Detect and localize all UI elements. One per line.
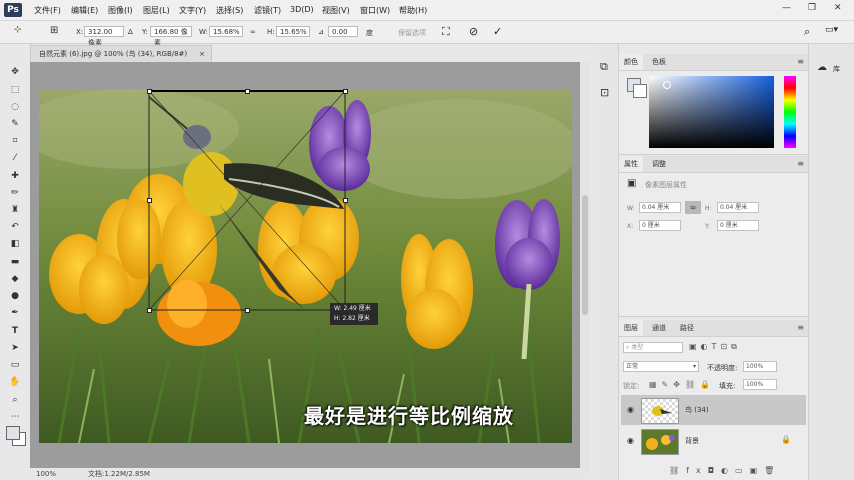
prop-h-label: H: <box>705 205 712 212</box>
layer-thumbnail <box>641 398 679 424</box>
lock-label: 锁定: <box>623 382 640 390</box>
properties-panel-header: 属性 调整 ≡ <box>619 156 808 173</box>
opacity-input[interactable]: 100% <box>743 361 777 372</box>
color-picker-cursor[interactable] <box>663 81 671 89</box>
lock-icons[interactable]: ▦✎✥⛓🔒 <box>649 380 715 389</box>
layers-panel: 图层 通道 路径 ≡ ⌕ 类型 ▣◐T⊡⧉ 正常 ▾ 不透明度: 100% 锁定:… <box>619 320 808 480</box>
prop-x-label: X: <box>627 223 634 230</box>
opacity-label: 不透明度: <box>707 364 738 372</box>
background-thumbnail-icon <box>646 435 675 450</box>
layer-name: 鸟 (34) <box>685 406 709 414</box>
libraries-strip: ☁ 库 <box>808 44 854 480</box>
bg-color-swatch[interactable] <box>633 84 647 98</box>
panel-menu-icon[interactable]: ≡ <box>797 159 804 168</box>
bird-thumbnail-icon <box>652 406 672 416</box>
prop-x-input[interactable]: 0 厘米 <box>639 220 681 231</box>
prop-h-input[interactable]: 0.04 厘米 <box>717 202 759 213</box>
color-panel: 颜色 色板 ≡ <box>619 54 808 155</box>
tab-paths[interactable]: 路径 <box>675 320 699 336</box>
transform-handle-left[interactable] <box>147 198 152 203</box>
tab-adjustments[interactable]: 调整 <box>647 156 671 172</box>
layer-filter-icons[interactable]: ▣◐T⊡⧉ <box>689 342 741 352</box>
transform-handle-top[interactable] <box>245 89 250 94</box>
prop-w-input[interactable]: 0.04 厘米 <box>639 202 681 213</box>
creative-cloud-icon[interactable]: ☁ <box>817 62 827 73</box>
properties-panel-icon[interactable]: ⊡ <box>600 86 609 99</box>
prop-y-label: Y: <box>705 223 710 230</box>
pixel-layer-icon: ▣ <box>627 178 637 189</box>
properties-panel: 属性 调整 ≡ ▣ 像素图层属性 W: 0.04 厘米 ∞ H: 0.04 厘米… <box>619 156 808 317</box>
layer-thumbnail <box>641 429 679 455</box>
chevron-down-icon: ▾ <box>692 363 696 370</box>
transform-handle-top-right[interactable] <box>343 89 348 94</box>
tooltip-height: H: 2.82 厘米 <box>334 315 370 322</box>
fill-label: 填充: <box>719 382 736 390</box>
transform-handle-top-left[interactable] <box>147 89 152 94</box>
layers-panel-header: 图层 通道 路径 ≡ <box>619 320 808 337</box>
layer-actions-icons[interactable]: ⛓fx◘◐▭▣🗑 <box>669 466 781 475</box>
panel-menu-icon[interactable]: ≡ <box>797 323 804 332</box>
transform-handle-bottom[interactable] <box>245 308 250 313</box>
visibility-eye-icon[interactable]: ◉ <box>627 436 634 445</box>
transform-size-tooltip: W: 2.49 厘米 H: 2.82 厘米 <box>330 303 378 325</box>
layer-row[interactable]: ◉ 鸟 (34) <box>621 395 806 425</box>
prop-y-input[interactable]: 0 厘米 <box>717 220 759 231</box>
properties-title: 像素图层属性 <box>645 181 687 189</box>
prop-w-label: W: <box>627 205 635 212</box>
blend-mode-value: 正常 <box>626 363 639 370</box>
layer-filter-label: 类型 <box>631 344 644 351</box>
blend-mode-select[interactable]: 正常 ▾ <box>623 361 699 372</box>
visibility-eye-icon[interactable]: ◉ <box>627 405 634 414</box>
layer-filter-select[interactable]: ⌕ 类型 <box>623 342 683 353</box>
document-size: 文档:1.22M/2.85M <box>88 470 150 478</box>
tab-swatches[interactable]: 色板 <box>647 54 671 70</box>
zoom-level[interactable]: 100% <box>36 469 56 480</box>
panel-menu-icon[interactable]: ≡ <box>797 57 804 66</box>
transform-handle-right[interactable] <box>343 198 348 203</box>
video-subtitle: 最好是进行等比例缩放 <box>304 404 514 428</box>
tab-properties[interactable]: 属性 <box>619 156 643 172</box>
lock-icon: 🔒 <box>781 435 791 444</box>
link-dimensions-icon[interactable]: ∞ <box>685 201 701 214</box>
hue-slider[interactable] <box>784 76 796 148</box>
status-bar: 100% 文档:1.22M/2.85M <box>30 469 590 480</box>
layer-row[interactable]: ◉ 背景 🔒 <box>621 426 806 456</box>
panel-icon-strip: ⧉ ⊡ <box>594 44 619 480</box>
tab-layers[interactable]: 图层 <box>619 320 643 336</box>
tab-channels[interactable]: 通道 <box>647 320 671 336</box>
color-panel-header: 颜色 色板 ≡ <box>619 54 808 71</box>
transform-handle-bottom-left[interactable] <box>147 308 152 313</box>
tooltip-width: W: 2.49 厘米 <box>334 305 371 312</box>
fill-input[interactable]: 100% <box>743 379 777 390</box>
library-label[interactable]: 库 <box>833 64 840 74</box>
tab-color[interactable]: 颜色 <box>619 54 643 70</box>
layer-name: 背景 <box>685 437 699 445</box>
history-panel-icon[interactable]: ⧉ <box>600 60 608 74</box>
